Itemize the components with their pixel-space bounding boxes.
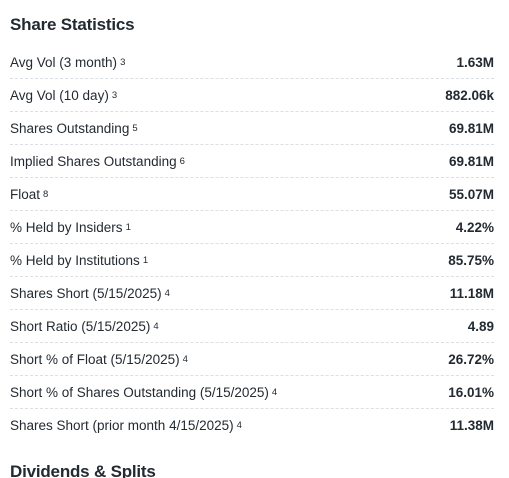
stat-value: 4.89 [467, 318, 494, 334]
stat-label: Float 8 [10, 187, 48, 202]
stat-label: Shares Short (prior month 4/15/2025) 4 [10, 418, 242, 433]
stat-value: 55.07M [448, 186, 494, 202]
stat-row-avg-vol-3-month: Avg Vol (3 month) 3 1.63M [10, 46, 494, 79]
stat-row-shares-short-prior-month: Shares Short (prior month 4/15/2025) 4 11… [10, 409, 494, 442]
section-title-share-statistics: Share Statistics [10, 15, 135, 34]
stat-label-text: Avg Vol (3 month) [10, 54, 118, 70]
stat-label-text: Shares Short (5/15/2025) [10, 285, 162, 301]
stat-value: 1.63M [456, 54, 494, 70]
footnote-marker: 4 [236, 420, 242, 431]
stat-label: Avg Vol (3 month) 3 [10, 55, 125, 70]
stat-label: Shares Outstanding 5 [10, 121, 138, 136]
stat-value: 4.22% [455, 219, 494, 235]
stat-row-shares-short: Shares Short (5/15/2025) 4 11.18M [10, 277, 494, 310]
footnote-marker: 3 [111, 89, 118, 101]
footnote-marker: 6 [179, 155, 185, 167]
stat-row-implied-shares-outstanding: Implied Shares Outstanding 6 69.81M [10, 145, 494, 178]
stat-value: 26.72% [448, 351, 494, 367]
section-title-dividends-splits: Dividends & Splits [10, 462, 156, 478]
footnote-marker: 1 [125, 221, 131, 233]
stat-label-text: % Held by Insiders [10, 219, 123, 235]
stat-value: 69.81M [448, 120, 494, 136]
footnote-marker: 4 [271, 386, 278, 398]
footnote-marker: 8 [43, 188, 49, 200]
stat-row-held-by-insiders: % Held by Insiders 1 4.22% [10, 211, 494, 244]
stat-row-shares-outstanding: Shares Outstanding 5 69.81M [10, 112, 494, 145]
stat-label: % Held by Insiders 1 [10, 220, 131, 235]
stat-row-short-ratio: Short Ratio (5/15/2025) 4 4.89 [10, 310, 494, 343]
stat-label-text: Implied Shares Outstanding [10, 153, 177, 169]
stat-label-text: Float [10, 186, 41, 202]
stat-label: Short % of Float (5/15/2025) 4 [10, 352, 188, 367]
footnote-marker: 4 [153, 320, 159, 332]
footnote-marker: 5 [132, 122, 138, 134]
stat-label-text: Short Ratio (5/15/2025) [10, 318, 151, 334]
stat-label: Implied Shares Outstanding 6 [10, 154, 185, 169]
stat-label-text: Avg Vol (10 day) [10, 87, 109, 103]
stat-row-short-pct-float: Short % of Float (5/15/2025) 4 26.72% [10, 343, 494, 376]
stat-label: Avg Vol (10 day) 3 [10, 88, 117, 103]
stat-label-text: Shares Outstanding [10, 120, 130, 136]
stat-row-avg-vol-10-day: Avg Vol (10 day) 3 882.06k [10, 79, 494, 112]
stat-label-text: Short % of Float (5/15/2025) [10, 351, 180, 367]
stat-label: Short % of Shares Outstanding (5/15/2025… [10, 385, 277, 400]
stat-value: 882.06k [445, 87, 494, 103]
stat-value: 11.18M [449, 285, 494, 301]
stat-label-text: % Held by Institutions [10, 252, 140, 268]
footnote-marker: 1 [142, 254, 149, 266]
stat-label: Short Ratio (5/15/2025) 4 [10, 319, 159, 334]
stat-value: 69.81M [448, 153, 494, 169]
stat-value: 85.75% [448, 252, 494, 268]
footnote-marker: 4 [182, 353, 188, 365]
stat-label: % Held by Institutions 1 [10, 253, 148, 268]
stat-label: Shares Short (5/15/2025) 4 [10, 286, 170, 301]
stat-value: 11.38M [449, 418, 494, 433]
stat-row-held-by-institutions: % Held by Institutions 1 85.75% [10, 244, 494, 277]
footnote-marker: 3 [120, 56, 126, 68]
stat-row-short-pct-shares-outstanding: Short % of Shares Outstanding (5/15/2025… [10, 376, 494, 409]
share-statistics-panel: Share Statistics Avg Vol (3 month) 3 1.63… [0, 0, 509, 478]
stat-label-text: Shares Short (prior month 4/15/2025) [10, 418, 234, 433]
stat-label-text: Short % of Shares Outstanding (5/15/2025… [10, 384, 269, 400]
stat-row-float: Float 8 55.07M [10, 178, 494, 211]
share-statistics-table: Avg Vol (3 month) 3 1.63M Avg Vol (10 day… [10, 46, 494, 442]
footnote-marker: 4 [164, 287, 170, 299]
stat-value: 16.01% [448, 384, 494, 400]
